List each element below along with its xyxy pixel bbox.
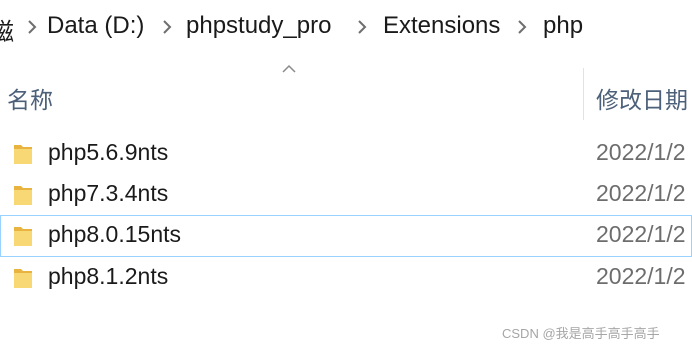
breadcrumb-item-extensions[interactable]: Extensions [383, 12, 500, 40]
breadcrumb-item-phpstudy-pro[interactable]: phpstudy_pro [186, 12, 331, 40]
file-date: 2022/1/2 [596, 263, 686, 289]
list-item[interactable]: php7.3.4nts 2022/1/2 [0, 174, 692, 216]
folder-icon [14, 145, 32, 164]
list-item-selected[interactable]: php8.0.15nts 2022/1/2 [0, 215, 692, 257]
chevron-right-icon[interactable] [25, 15, 39, 39]
breadcrumb-item-data-drive[interactable]: Data (D:) [47, 12, 144, 40]
file-name: php5.6.9nts [48, 139, 169, 165]
chevron-right-icon[interactable] [160, 15, 174, 39]
column-divider[interactable] [583, 68, 584, 120]
file-name: php7.3.4nts [48, 180, 169, 206]
chevron-right-icon[interactable] [515, 15, 529, 39]
column-header-date-modified[interactable]: 修改日期 [596, 81, 688, 115]
watermark: CSDN @我是高手高手高手 [502, 326, 660, 341]
breadcrumb-item-computer[interactable]: 磁 [0, 12, 14, 47]
file-date: 2022/1/2 [596, 139, 686, 165]
file-name: php8.1.2nts [48, 263, 169, 289]
address-bar[interactable]: 磁 Data (D:) phpstudy_pro Extensions php [0, 0, 692, 59]
file-date: 2022/1/2 [596, 221, 686, 247]
column-header-name[interactable]: 名称 [7, 81, 53, 115]
folder-icon [14, 269, 32, 288]
list-item[interactable]: php5.6.9nts 2022/1/2 [0, 133, 692, 175]
folder-icon [14, 186, 32, 205]
file-name: php8.0.15nts [48, 221, 182, 247]
sort-up-icon [282, 64, 296, 73]
file-date: 2022/1/2 [596, 180, 686, 206]
column-header-bar [0, 58, 692, 120]
breadcrumb-item-php[interactable]: php [543, 12, 583, 40]
folder-icon [14, 227, 32, 246]
list-item[interactable]: php8.1.2nts 2022/1/2 [0, 257, 692, 299]
chevron-right-icon[interactable] [355, 15, 369, 39]
